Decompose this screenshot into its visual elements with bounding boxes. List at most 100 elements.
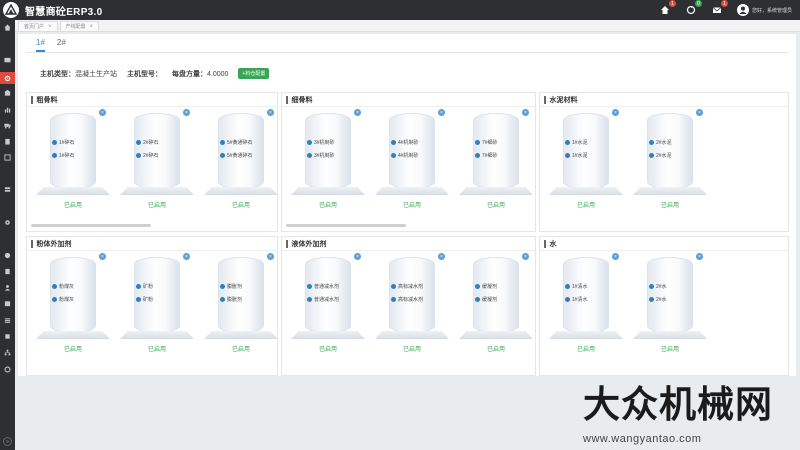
silo[interactable]: × 5#黄通碎石 5#黄通碎石 已启用 bbox=[201, 109, 281, 213]
horizontal-scrollbar[interactable] bbox=[286, 224, 406, 227]
mail-notification-button[interactable]: 1 bbox=[711, 0, 728, 16]
silo-status: 已启用 bbox=[576, 347, 595, 353]
silo[interactable]: × 1#水泥 1#水泥 已启用 bbox=[546, 109, 626, 213]
silo[interactable]: × 7#细砂 7#细砂 已启用 bbox=[456, 109, 536, 213]
close-icon[interactable]: × bbox=[522, 253, 529, 260]
silo[interactable]: × 2#水泥 2#水泥 已启用 bbox=[630, 109, 710, 213]
material-label: 2#碎石 bbox=[143, 140, 159, 146]
silo[interactable]: × 4#机制砂 4#机制砂 已启用 bbox=[372, 109, 452, 213]
building-icon bbox=[4, 89, 11, 96]
material-label: 矿粉 bbox=[143, 284, 154, 290]
silo[interactable]: × 2#碎石 2#碎石 已启用 bbox=[117, 109, 197, 213]
cog-icon bbox=[4, 366, 11, 373]
sidebar-item-finance[interactable] bbox=[3, 153, 12, 162]
material-item: 2#碎石 bbox=[136, 152, 159, 159]
sidebar-item-settings[interactable] bbox=[3, 218, 12, 227]
sidebar-item-records[interactable] bbox=[3, 316, 12, 325]
tab-line-1[interactable]: 1# bbox=[36, 34, 45, 52]
silo[interactable]: × 1#清水 1#清水 已启用 bbox=[546, 253, 626, 357]
close-icon[interactable]: × bbox=[99, 253, 106, 260]
silo[interactable]: × 2#水 2#水 已启用 bbox=[630, 253, 710, 357]
silo-config-button[interactable]: +料仓配置 bbox=[238, 68, 270, 79]
truck-icon bbox=[4, 123, 11, 129]
recycle-notification-button[interactable]: 0 bbox=[685, 0, 702, 16]
sidebar-item-orders[interactable] bbox=[3, 137, 12, 146]
silo-tank bbox=[218, 257, 264, 333]
close-icon[interactable]: × bbox=[183, 109, 190, 116]
bar-chart-icon bbox=[4, 107, 11, 113]
close-icon[interactable]: × bbox=[267, 109, 274, 116]
user-menu[interactable]: 您好，系统管理员 bbox=[736, 4, 792, 16]
collapse-sidebar-button[interactable]: » bbox=[3, 437, 12, 446]
silo-status: 已启用 bbox=[231, 203, 250, 209]
close-icon[interactable]: × bbox=[612, 253, 619, 260]
close-icon[interactable]: × bbox=[90, 24, 94, 30]
card-title: 粉体外加剂 bbox=[27, 237, 277, 251]
page-tab-line-config[interactable]: 产线配置 × bbox=[59, 21, 100, 31]
close-icon[interactable]: × bbox=[183, 253, 190, 260]
tab-line-2[interactable]: 2# bbox=[57, 34, 66, 52]
close-icon[interactable]: × bbox=[267, 253, 274, 260]
silo[interactable]: × 高标减水剂 高标减水剂 已启用 bbox=[372, 253, 452, 357]
recycle-icon bbox=[686, 5, 696, 15]
sidebar-item-lab[interactable] bbox=[3, 251, 12, 260]
material-label: 粉煤灰 bbox=[59, 284, 75, 290]
home-notification-button[interactable]: 1 bbox=[659, 0, 676, 16]
sidebar bbox=[0, 20, 15, 450]
card-title: 液体外加剂 bbox=[282, 237, 535, 251]
silo-tank bbox=[305, 113, 351, 189]
close-icon[interactable]: × bbox=[438, 253, 445, 260]
watermark-text: 大众机械网 bbox=[583, 383, 773, 426]
close-icon[interactable]: × bbox=[354, 253, 361, 260]
sidebar-item-org[interactable] bbox=[3, 348, 12, 357]
material-dot-icon bbox=[565, 297, 570, 302]
material-label: 普通减水剂 bbox=[314, 297, 340, 303]
material-item: 缓凝剂 bbox=[475, 296, 497, 303]
silo[interactable]: × 缓凝剂 缓凝剂 已启用 bbox=[456, 253, 536, 357]
sidebar-item-storage[interactable] bbox=[3, 185, 12, 194]
material-card: 液体外加剂 × 普通减水剂 普通减水剂 已启用 × 高标减水剂 高标减水剂 已启用 × 缓凝剂 缓凝剂… bbox=[281, 236, 536, 376]
sidebar-item-vehicle[interactable] bbox=[3, 121, 12, 130]
close-icon[interactable]: × bbox=[522, 109, 529, 116]
sidebar-item-monitor[interactable] bbox=[3, 56, 12, 65]
page-tab-home[interactable]: 首页门户 × bbox=[18, 21, 58, 31]
silo[interactable]: × 3#机制砂 3#机制砂 已启用 bbox=[288, 109, 368, 213]
horizontal-scrollbar[interactable] bbox=[31, 224, 151, 227]
clipboard-icon bbox=[5, 138, 10, 145]
silo[interactable]: × 粉煤灰 粉煤灰 已启用 bbox=[33, 253, 113, 357]
silo-status: 已启用 bbox=[318, 347, 337, 353]
close-icon[interactable]: × bbox=[696, 109, 703, 116]
close-icon[interactable]: × bbox=[354, 109, 361, 116]
silo-tank bbox=[563, 113, 609, 189]
sidebar-item-archive[interactable] bbox=[3, 299, 12, 308]
host-type: 主机类型：混凝土生产站 bbox=[40, 69, 117, 79]
silo-status: 已启用 bbox=[318, 203, 337, 209]
sitemap-icon bbox=[4, 349, 11, 356]
material-item: 4#机制砂 bbox=[391, 152, 419, 159]
material-dot-icon bbox=[52, 153, 57, 158]
document-icon bbox=[4, 154, 11, 161]
mail-icon bbox=[712, 7, 722, 13]
material-label: 2#水泥 bbox=[656, 153, 672, 159]
silo[interactable]: × 膨胀剂 膨胀剂 已启用 bbox=[201, 253, 281, 357]
user-icon bbox=[4, 285, 11, 291]
watermark-url: www.wangyantao.com bbox=[583, 433, 702, 445]
silo[interactable]: × 1#碎石 1#碎石 已启用 bbox=[33, 109, 113, 213]
close-icon[interactable]: × bbox=[696, 253, 703, 260]
sidebar-item-building[interactable] bbox=[3, 88, 12, 97]
close-icon[interactable]: × bbox=[99, 109, 106, 116]
silo-base bbox=[36, 187, 110, 195]
sidebar-item-production[interactable] bbox=[0, 72, 15, 84]
silo[interactable]: × 普通减水剂 普通减水剂 已启用 bbox=[288, 253, 368, 357]
sidebar-item-reports[interactable] bbox=[3, 267, 12, 276]
close-icon[interactable]: × bbox=[612, 109, 619, 116]
close-icon[interactable]: × bbox=[48, 24, 52, 30]
home-icon bbox=[4, 24, 11, 31]
sidebar-item-equipment[interactable] bbox=[3, 332, 12, 341]
sidebar-item-users[interactable] bbox=[3, 283, 12, 292]
silo[interactable]: × 矿粉 矿粉 已启用 bbox=[117, 253, 197, 357]
sidebar-item-system[interactable] bbox=[3, 365, 12, 374]
sidebar-item-home[interactable] bbox=[3, 23, 12, 32]
sidebar-item-stats[interactable] bbox=[3, 105, 12, 114]
close-icon[interactable]: × bbox=[438, 109, 445, 116]
